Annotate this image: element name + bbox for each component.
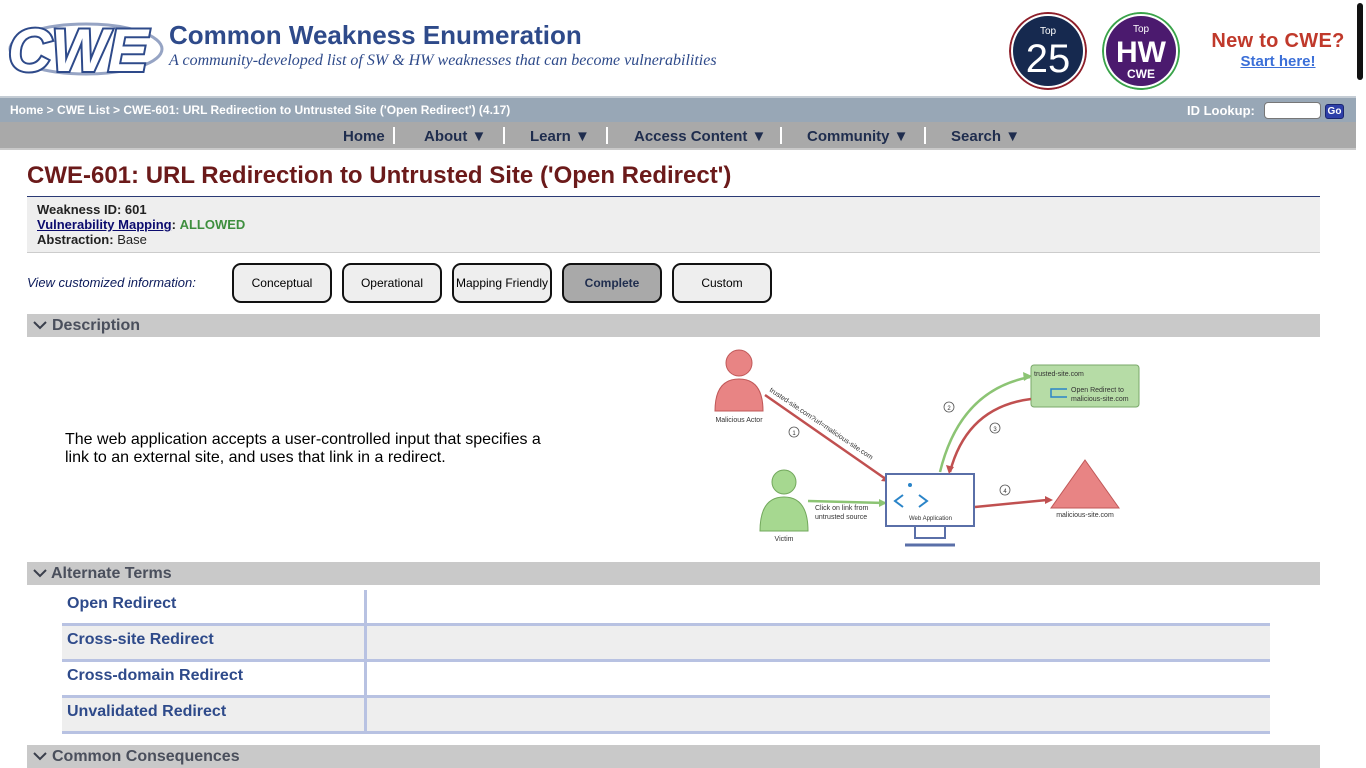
svg-text:25: 25 [1026, 37, 1071, 81]
view-custom-button[interactable]: Custom [672, 263, 772, 303]
scrollbar-thumb[interactable] [1357, 3, 1363, 80]
svg-text:HW: HW [1116, 36, 1167, 69]
table-row: Cross-domain Redirect [62, 662, 1270, 698]
malicious-site-icon [1050, 459, 1120, 509]
svg-text:trusted-site.com: trusted-site.com [1034, 371, 1084, 378]
nav-separator [924, 127, 926, 144]
chevron-down-icon [33, 569, 47, 578]
view-customized-label: View customized information: [27, 275, 196, 290]
description-section-header[interactable]: Description [27, 314, 1320, 337]
id-lookup-label: ID Lookup: [1187, 103, 1255, 118]
vulnerability-mapping-link[interactable]: Vulnerability Mapping [37, 217, 172, 232]
app-to-malicious-arrow [974, 498, 1048, 509]
chevron-down-icon [33, 321, 47, 330]
breadcrumb-separator: > [109, 103, 124, 117]
chevron-down-icon [33, 752, 47, 761]
column-divider [364, 698, 367, 731]
view-operational-button[interactable]: Operational [342, 263, 442, 303]
abstraction-value: Base [117, 232, 147, 247]
site-tagline: A community-developed list of SW & HW we… [169, 52, 717, 69]
alternate-term: Cross-domain Redirect [67, 667, 244, 684]
alternate-term: Unvalidated Redirect [67, 703, 227, 720]
open-redirect-diagram: Malicious Actor Victim trusted-site.com?… [714, 349, 1140, 547]
column-divider [364, 662, 367, 695]
svg-text:Top: Top [1040, 26, 1057, 37]
new-to-cwe-promo[interactable]: New to CWE? Start here! [1198, 30, 1358, 70]
nav-separator [606, 127, 608, 144]
svg-text:Web Application: Web Application [909, 516, 952, 522]
nav-separator [780, 127, 782, 144]
breadcrumb-cwe-list-link[interactable]: CWE List [57, 103, 110, 117]
view-mapping-friendly-button[interactable]: Mapping Friendly [452, 263, 552, 303]
breadcrumb-current: CWE-601: URL Redirection to Untrusted Si… [123, 103, 511, 117]
id-lookup-input[interactable] [1264, 102, 1321, 119]
alternate-term: Cross-site Redirect [67, 631, 214, 648]
alternate-terms-table: Open Redirect Cross-site Redirect Cross-… [62, 590, 1270, 734]
svg-text:untrusted source: untrusted source [815, 514, 867, 521]
start-here-link[interactable]: Start here! [1198, 53, 1358, 70]
malicious-actor-label: Malicious Actor [715, 417, 763, 424]
cwe-logo[interactable]: CWE [8, 18, 164, 76]
alternate-term: Open Redirect [67, 595, 177, 612]
weakness-id-value: 601 [124, 202, 147, 217]
weakness-id-line: Weakness ID: 601 [37, 202, 147, 217]
vulnerability-mapping-line: Vulnerability Mapping: ALLOWED [37, 217, 246, 232]
common-consequences-section-header[interactable]: Common Consequences [27, 745, 1320, 768]
nav-search[interactable]: Search ▼ [951, 128, 1020, 145]
nav-access-content[interactable]: Access Content ▼ [634, 128, 766, 145]
description-text: The web application accepts a user-contr… [65, 431, 541, 466]
breadcrumb-home-link[interactable]: Home [10, 103, 43, 117]
nav-separator [503, 127, 505, 144]
victim-icon [759, 469, 809, 532]
view-complete-button[interactable]: Complete [562, 263, 662, 303]
abstraction-line: Abstraction: Base [37, 232, 147, 247]
table-row: Cross-site Redirect [62, 626, 1270, 662]
cwe-logo-text: CWE [8, 18, 150, 76]
malicious-link-arrow [764, 393, 891, 484]
column-divider [364, 626, 367, 659]
redirect-back-arrow [948, 397, 1032, 473]
page-title: CWE-601: URL Redirection to Untrusted Si… [27, 162, 732, 189]
svg-text:malicious-site.com: malicious-site.com [1056, 512, 1114, 519]
alternate-terms-section-header[interactable]: Alternate Terms [27, 562, 1320, 585]
id-lookup-go-button[interactable]: Go [1325, 104, 1344, 119]
victim-click-arrow [807, 499, 886, 505]
nav-home[interactable]: Home [343, 128, 385, 145]
nav-learn[interactable]: Learn ▼ [530, 128, 590, 145]
top-hw-cwe-badge[interactable]: Top HW CWE [1102, 12, 1180, 90]
main-nav: Home About ▼ Learn ▼ Access Content ▼ Co… [0, 122, 1356, 150]
breadcrumb: Home > CWE List > CWE-601: URL Redirecti… [10, 103, 510, 117]
svg-text:Open Redirect to: Open Redirect to [1071, 387, 1124, 394]
nav-community[interactable]: Community ▼ [807, 128, 909, 145]
vulnerability-mapping-value: ALLOWED [179, 217, 246, 232]
breadcrumb-separator: > [43, 103, 58, 117]
site-title[interactable]: Common Weakness Enumeration [169, 20, 582, 51]
table-row: Open Redirect [62, 590, 1270, 626]
column-divider [364, 590, 367, 623]
common-consequences-section-title: Common Consequences [52, 748, 240, 765]
web-application-icon [885, 473, 975, 547]
table-row: Unvalidated Redirect [62, 698, 1270, 734]
new-to-cwe-title: New to CWE? [1211, 30, 1345, 52]
svg-text:Click on link from: Click on link from [815, 505, 868, 512]
nav-separator [393, 127, 395, 144]
svg-text:malicious-site.com: malicious-site.com [1071, 396, 1129, 403]
view-conceptual-button[interactable]: Conceptual [232, 263, 332, 303]
site-header: CWE Common Weakness Enumeration A commun… [0, 0, 1356, 96]
malicious-url-label: trusted-site.com?url=malicious-site.com [768, 387, 874, 462]
malicious-actor-icon [714, 349, 764, 412]
alternate-terms-section-title: Alternate Terms [51, 565, 172, 582]
breadcrumb-bar: Home > CWE List > CWE-601: URL Redirecti… [0, 96, 1356, 122]
top-25-badge[interactable]: Top 25 [1009, 12, 1087, 90]
weakness-id-box: Weakness ID: 601 Vulnerability Mapping: … [27, 197, 1320, 253]
svg-text:Top: Top [1133, 24, 1150, 35]
description-section-title: Description [52, 317, 141, 334]
victim-label: Victim [775, 536, 794, 543]
svg-text:CWE: CWE [1127, 67, 1155, 81]
nav-about[interactable]: About ▼ [424, 128, 486, 145]
